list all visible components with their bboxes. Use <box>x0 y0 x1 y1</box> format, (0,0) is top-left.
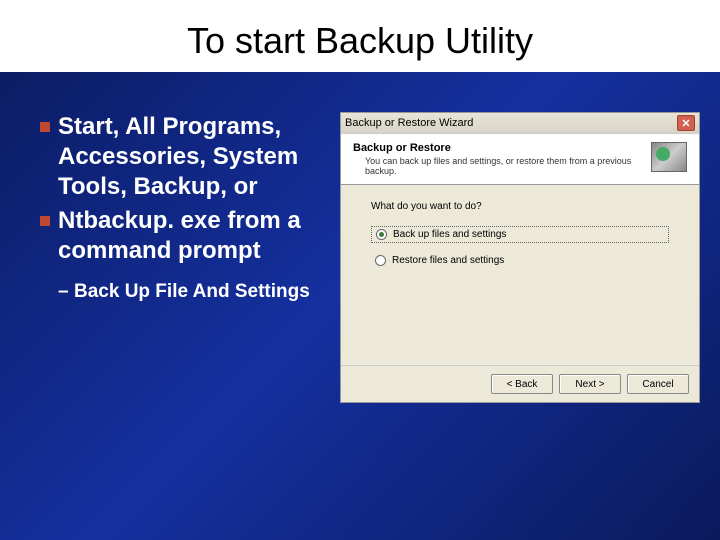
right-column: Backup or Restore Wizard Backup or Resto… <box>340 112 700 403</box>
wizard-titlebar: Backup or Restore Wizard <box>341 113 699 134</box>
wizard-footer: < Back Next > Cancel <box>341 365 699 402</box>
bullet-list: Start, All Programs, Accessories, System… <box>40 112 330 266</box>
radio-restore[interactable]: Restore files and settings <box>371 253 669 268</box>
next-button[interactable]: Next > <box>559 374 621 394</box>
back-button[interactable]: < Back <box>491 374 553 394</box>
radio-icon <box>375 255 386 266</box>
wizard-header-sub: You can back up files and settings, or r… <box>353 156 651 176</box>
bullet-item: Start, All Programs, Accessories, System… <box>40 112 330 202</box>
wizard-header-text: Backup or Restore You can back up files … <box>353 142 651 176</box>
wizard-body: What do you want to do? Back up files an… <box>341 185 699 365</box>
wizard-title: Backup or Restore Wizard <box>345 117 473 129</box>
close-icon[interactable] <box>677 115 695 131</box>
wizard-question: What do you want to do? <box>371 201 669 212</box>
wizard-header-title: Backup or Restore <box>353 142 651 154</box>
radio-icon <box>376 229 387 240</box>
radio-label: Restore files and settings <box>392 255 504 266</box>
radio-label: Back up files and settings <box>393 229 506 240</box>
bullet-item: Ntbackup. exe from a command prompt <box>40 206 330 266</box>
sub-bullet: Back Up File And Settings <box>40 280 330 305</box>
cancel-button[interactable]: Cancel <box>627 374 689 394</box>
slide-title: To start Backup Utility <box>0 0 720 72</box>
left-column: Start, All Programs, Accessories, System… <box>40 112 330 403</box>
wizard-window: Backup or Restore Wizard Backup or Resto… <box>340 112 700 403</box>
wizard-header: Backup or Restore You can back up files … <box>341 134 699 185</box>
backup-icon <box>651 142 687 172</box>
radio-backup[interactable]: Back up files and settings <box>371 226 669 243</box>
slide-content: Start, All Programs, Accessories, System… <box>0 72 720 423</box>
